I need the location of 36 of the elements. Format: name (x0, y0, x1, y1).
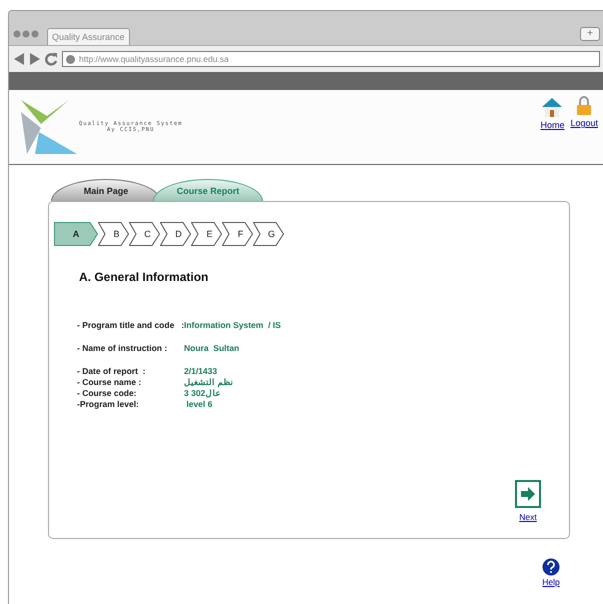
step-tab[interactable]: F (222, 222, 253, 246)
help-link[interactable]: Help (542, 577, 560, 587)
home-icon[interactable] (541, 96, 564, 118)
lock-icon[interactable] (576, 96, 592, 116)
step-tab[interactable]: C (129, 222, 160, 246)
window-dots-icon (13, 29, 41, 39)
address-bar[interactable]: http://www.qualityassurance.pnu.edu.sa (62, 51, 600, 67)
logout-link[interactable]: Logout (570, 96, 598, 130)
arrow-right-icon (520, 486, 536, 502)
logo-icon (19, 98, 79, 156)
field-value: level 6 (185, 399, 212, 409)
step-tab[interactable]: E (191, 222, 222, 246)
reload-icon[interactable] (45, 52, 58, 66)
step-tab[interactable]: D (160, 222, 191, 246)
new-tab-button[interactable]: + (580, 27, 600, 41)
step-tab[interactable]: B (98, 222, 129, 246)
field-value: Information System / IS (184, 320, 281, 330)
help-icon[interactable] (542, 558, 560, 576)
field-label: - Date of report : (77, 366, 146, 376)
field-label: -Program level: (77, 399, 140, 409)
field-label: - Program title and code : (77, 320, 184, 330)
field-value: نظم التشغيل (184, 377, 234, 387)
field-value: Noura Sultan (184, 343, 240, 353)
field-value: 3 عال302 (184, 388, 220, 398)
field-label: - Name of instruction : (77, 343, 168, 353)
home-link[interactable]: Home (540, 96, 564, 130)
field-label: - Course code: (77, 388, 138, 398)
next-button[interactable] (515, 480, 541, 508)
field-value: 2/1/1433 (184, 366, 218, 376)
step-tab[interactable]: G (253, 222, 284, 246)
forward-icon[interactable] (29, 52, 41, 66)
field-label: - Course name : (77, 377, 142, 387)
section-title: A. General Information (79, 270, 210, 284)
next-link[interactable]: Next (519, 512, 537, 522)
step-tab[interactable]: A (54, 222, 98, 246)
back-icon[interactable] (13, 52, 25, 66)
